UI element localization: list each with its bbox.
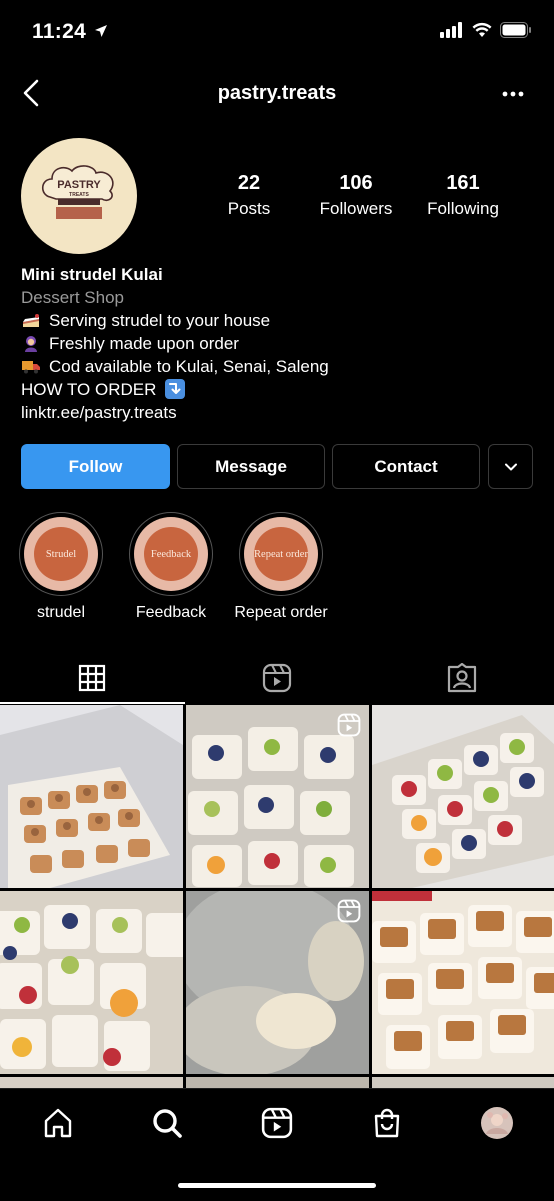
more-options-icon[interactable] — [502, 86, 524, 102]
stat-value: 161 — [446, 172, 480, 194]
reel-indicator-icon — [337, 899, 361, 923]
search-icon — [153, 1109, 182, 1138]
status-icons — [440, 22, 532, 38]
highlight-label: Repeat order — [234, 604, 328, 621]
suggested-accounts-button[interactable] — [488, 444, 533, 489]
highlight-feedback[interactable]: Feedback Feedback — [126, 512, 216, 622]
wifi-icon — [472, 22, 492, 37]
reels-icon — [261, 1107, 293, 1139]
nav-profile[interactable] — [477, 1103, 517, 1143]
stat-label: Followers — [319, 199, 393, 218]
bio-line: Cod available to Kulai, Senai, Saleng — [21, 355, 329, 378]
cake-emoji-icon — [23, 314, 39, 327]
svg-text:TREATS: TREATS — [69, 192, 89, 198]
tab-reels[interactable] — [185, 652, 369, 704]
contact-button[interactable]: Contact — [332, 444, 480, 489]
following-count[interactable]: 161 Following — [418, 172, 508, 219]
profile-bio: Mini strudel Kulai Dessert Shop Serving … — [21, 263, 329, 424]
followers-count[interactable]: 106 Followers — [309, 172, 403, 219]
post-image — [0, 705, 183, 888]
tagged-icon — [447, 663, 477, 693]
stat-value: 106 — [339, 172, 373, 194]
nav-home[interactable] — [38, 1103, 78, 1143]
highlight-repeat-order[interactable]: Repeat order Repeat order — [234, 512, 328, 622]
bio-line: Freshly made upon order — [21, 332, 329, 355]
status-time: 11:24 — [32, 20, 108, 44]
location-arrow-icon — [95, 25, 108, 37]
highlight-ring: Feedback — [129, 512, 213, 596]
post-image — [0, 891, 183, 1074]
reel-indicator-icon — [337, 713, 361, 737]
profile-category: Dessert Shop — [21, 288, 124, 307]
post-thumbnail[interactable] — [372, 705, 554, 888]
delivery-truck-emoji-icon — [22, 361, 40, 374]
post-image — [372, 891, 554, 1074]
follow-button[interactable]: Follow — [21, 444, 170, 489]
post-thumbnail[interactable] — [0, 891, 183, 1074]
nav-search[interactable] — [147, 1103, 187, 1143]
shopping-bag-icon — [374, 1108, 400, 1138]
nav-shop[interactable] — [367, 1103, 407, 1143]
pastry-treats-logo: PASTRY TREATS — [41, 165, 114, 219]
stat-value: 22 — [237, 172, 261, 194]
active-tab-indicator — [0, 702, 185, 704]
avatar[interactable]: PASTRY TREATS — [21, 138, 137, 254]
highlight-cover: Feedback — [144, 527, 198, 581]
stat-label: Posts — [227, 199, 271, 218]
highlight-cover: Repeat order — [254, 527, 308, 581]
highlight-label: Feedback — [135, 604, 207, 621]
post-image — [372, 705, 554, 888]
reels-icon — [262, 663, 292, 693]
profile-avatar-icon — [481, 1107, 513, 1139]
highlight-cover: Strudel — [34, 527, 88, 581]
home-indicator — [178, 1183, 376, 1188]
posts-count[interactable]: 22 Posts — [209, 172, 289, 219]
svg-text:PASTRY: PASTRY — [57, 179, 101, 191]
home-icon — [44, 1108, 72, 1138]
tab-posts-grid[interactable] — [0, 652, 184, 704]
highlight-ring: Repeat order — [239, 512, 323, 596]
bio-link[interactable]: linktr.ee/pastry.treats — [21, 401, 329, 424]
grid-icon — [78, 664, 106, 692]
highlight-label: strudel — [36, 604, 86, 621]
tab-tagged[interactable] — [370, 652, 554, 704]
chevron-down-icon — [504, 463, 517, 470]
post-thumbnail[interactable] — [186, 891, 369, 1074]
how-to-order: HOW TO ORDER — [21, 378, 329, 401]
profile-username: pastry.treats — [217, 82, 337, 104]
profile-name: Mini strudel Kulai — [21, 265, 163, 284]
battery-icon — [500, 22, 531, 38]
post-thumbnail[interactable] — [186, 705, 369, 888]
post-thumbnail[interactable] — [372, 891, 554, 1074]
arrow-down-right-icon — [165, 379, 186, 399]
message-button[interactable]: Message — [177, 444, 325, 489]
woman-cook-emoji-icon — [25, 336, 37, 352]
highlight-strudel[interactable]: Strudel strudel — [16, 512, 106, 622]
signal-icon — [440, 22, 462, 38]
post-thumbnail[interactable] — [0, 705, 183, 888]
stat-label: Following — [427, 199, 499, 218]
highlight-ring: Strudel — [19, 512, 103, 596]
nav-reels[interactable] — [257, 1103, 297, 1143]
bio-line: Serving strudel to your house — [21, 309, 329, 332]
